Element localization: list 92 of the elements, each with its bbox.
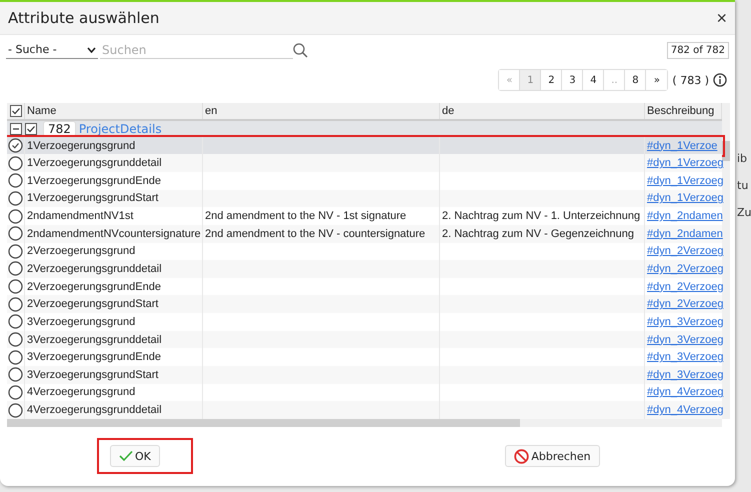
collapse-icon[interactable] <box>10 122 22 135</box>
close-button[interactable]: × <box>712 8 731 28</box>
radio-button[interactable] <box>8 279 23 294</box>
radio-button[interactable] <box>8 208 23 224</box>
radio-button[interactable] <box>8 226 23 242</box>
table-cell: 2VerzoegerungsgrundStart <box>27 298 158 310</box>
table-cell: 1VerzoegerungsgrundEnde <box>27 174 161 187</box>
description-link[interactable]: #dyn_1Verzoe <box>647 140 718 152</box>
radio-button[interactable] <box>8 190 23 206</box>
radio-button[interactable] <box>8 402 23 418</box>
table-row[interactable]: 2ndamendmentNVcountersignature 2nd amendment to the NV - countersignature 2. Nachtrag zum NV - Gegenzeichnung #dyn_2ndamen <box>7 224 722 243</box>
total-count: ( 783 ) <box>672 74 709 86</box>
table-row[interactable]: 2ndamendmentNV1st 2nd amendment to the NV - 1st signature 2. Nachtrag zum NV - 1. Unterzeichnung #dyn_2ndamen <box>7 207 722 225</box>
table-cell: 1VerzoegerungsgrundStart <box>27 192 158 204</box>
table-cell: 2VerzoegerungsgrundEnde <box>27 280 161 293</box>
description-link[interactable]: #dyn_3Verzoeg <box>647 351 724 364</box>
table-cell: 2ndamendmentNVcountersignature <box>27 228 201 240</box>
table-cell: 2Verzoegerungsgrund <box>27 245 136 258</box>
table-row[interactable]: 3Verzoegerungsgrund #dyn_3Verzoeg <box>7 313 722 331</box>
radio-button[interactable] <box>8 296 23 312</box>
description-link[interactable]: #dyn_3Verzoeg <box>647 316 724 328</box>
table-row[interactable]: 3VerzoegerungsgrundEnde #dyn_3Verzoeg <box>7 348 722 366</box>
radio-button[interactable] <box>8 244 23 259</box>
table-row[interactable]: 3VerzoegerungsgrundStart #dyn_3Verzoeg <box>7 366 722 384</box>
description-link[interactable]: #dyn_2Verzoeg <box>647 245 724 258</box>
background-text: tu <box>736 179 750 192</box>
cancel-button[interactable]: Abbrechen <box>505 445 600 467</box>
prohibited-icon <box>514 448 530 464</box>
checkbox[interactable] <box>25 122 37 135</box>
table-cell: 2. Nachtrag zum NV - Gegenzeichnung <box>442 228 634 240</box>
table-row[interactable]: 2Verzoegerungsgrunddetail #dyn_2Verzoeg <box>7 260 722 278</box>
description-link[interactable]: #dyn_2ndamen <box>647 228 723 240</box>
table-cell: 2nd amendment to the NV - 1st signature <box>205 210 406 222</box>
checkbox[interactable] <box>10 104 22 117</box>
description-link[interactable]: #dyn_1Verzoeg <box>647 192 724 204</box>
description-link[interactable]: #dyn_2Verzoeg <box>647 262 724 275</box>
radio-button[interactable] <box>8 156 23 171</box>
radio-button[interactable] <box>8 261 23 276</box>
chevron-down-icon <box>87 46 96 52</box>
table-cell: 2ndamendmentNV1st <box>27 210 134 222</box>
checkmark-icon <box>119 450 133 462</box>
table-cell: 1Verzoegerungsgrund <box>27 140 136 152</box>
radio-button[interactable] <box>8 332 23 348</box>
table-row[interactable]: 1Verzoegerungsgrunddetail #dyn_1Verzoeg <box>7 154 722 172</box>
horizontal-scrollbar[interactable] <box>7 419 722 427</box>
ok-button[interactable]: OK <box>110 445 160 467</box>
vertical-scrollbar[interactable] <box>722 103 730 419</box>
table-row[interactable]: 1Verzoegerungsgrund #dyn_1Verzoe <box>7 136 722 154</box>
description-link[interactable]: #dyn_2Verzoeg <box>647 280 724 293</box>
table-cell: 3VerzoegerungsgrundEnde <box>27 351 161 364</box>
search-icon <box>293 42 308 58</box>
description-link[interactable]: #dyn_3Verzoeg <box>647 334 724 346</box>
table-cell: 3Verzoegerungsgrund <box>27 316 136 328</box>
background-text: ib <box>736 152 748 165</box>
column-header: en <box>203 103 440 119</box>
table-row[interactable]: 4Verzoegerungsgrund #dyn_4Verzoeg <box>7 384 722 402</box>
table-cell: 2Verzoegerungsgrunddetail <box>27 262 162 275</box>
table-row[interactable]: 2VerzoegerungsgrundEnde #dyn_2Verzoeg <box>7 278 722 296</box>
table-cell: 4Verzoegerungsgrunddetail <box>27 404 162 416</box>
description-link[interactable]: #dyn_4Verzoeg <box>647 386 724 398</box>
description-link[interactable]: #dyn_4Verzoeg <box>647 404 724 416</box>
info-icon <box>713 73 727 87</box>
description-link[interactable]: #dyn_1Verzoeg <box>647 174 724 187</box>
description-link[interactable]: #dyn_2ndamen <box>647 210 723 222</box>
column-header: de <box>440 103 645 119</box>
table-cell: 1Verzoegerungsgrunddetail <box>27 157 162 170</box>
window-title: Attribute auswählen <box>8 9 160 27</box>
radio-button[interactable] <box>8 138 23 153</box>
radio-button[interactable] <box>8 350 23 365</box>
table-row[interactable]: 2VerzoegerungsgrundStart #dyn_2Verzoeg <box>7 295 722 314</box>
table-row[interactable]: 4Verzoegerungsgrunddetail #dyn_4Verzoeg <box>7 401 722 419</box>
table-row[interactable]: 1VerzoegerungsgrundStart #dyn_1Verzoeg <box>7 190 722 208</box>
search-field[interactable]: Suchen <box>100 41 293 59</box>
radio-button[interactable] <box>8 173 23 188</box>
table-cell: 3Verzoegerungsgrunddetail <box>27 334 162 346</box>
description-link[interactable]: #dyn_1Verzoeg <box>647 157 724 170</box>
description-link[interactable]: #dyn_2Verzoeg <box>647 298 724 310</box>
column-header: Name <box>25 103 203 119</box>
radio-button[interactable] <box>8 367 23 382</box>
table-cell: 2nd amendment to the NV - countersignature <box>205 228 426 240</box>
table-cell: 3VerzoegerungsgrundStart <box>27 368 158 381</box>
description-link[interactable]: #dyn_3Verzoeg <box>647 368 724 381</box>
table-row[interactable]: 2Verzoegerungsgrund #dyn_2Verzoeg <box>7 242 722 260</box>
search-scope-dropdown[interactable]: - Suche - <box>6 41 98 59</box>
table-row[interactable]: 1VerzoegerungsgrundEnde #dyn_1Verzoeg <box>7 172 722 190</box>
result-count: 782 of 782 <box>666 42 729 58</box>
table-row[interactable]: 3Verzoegerungsgrunddetail #dyn_3Verzoeg <box>7 330 722 348</box>
table-cell: 4Verzoegerungsgrund <box>27 386 136 398</box>
background-text: Zu <box>736 206 751 219</box>
table-cell: 2. Nachtrag zum NV - 1. Unterzeichnung <box>442 210 640 222</box>
radio-button[interactable] <box>8 384 23 400</box>
radio-button[interactable] <box>8 314 23 330</box>
